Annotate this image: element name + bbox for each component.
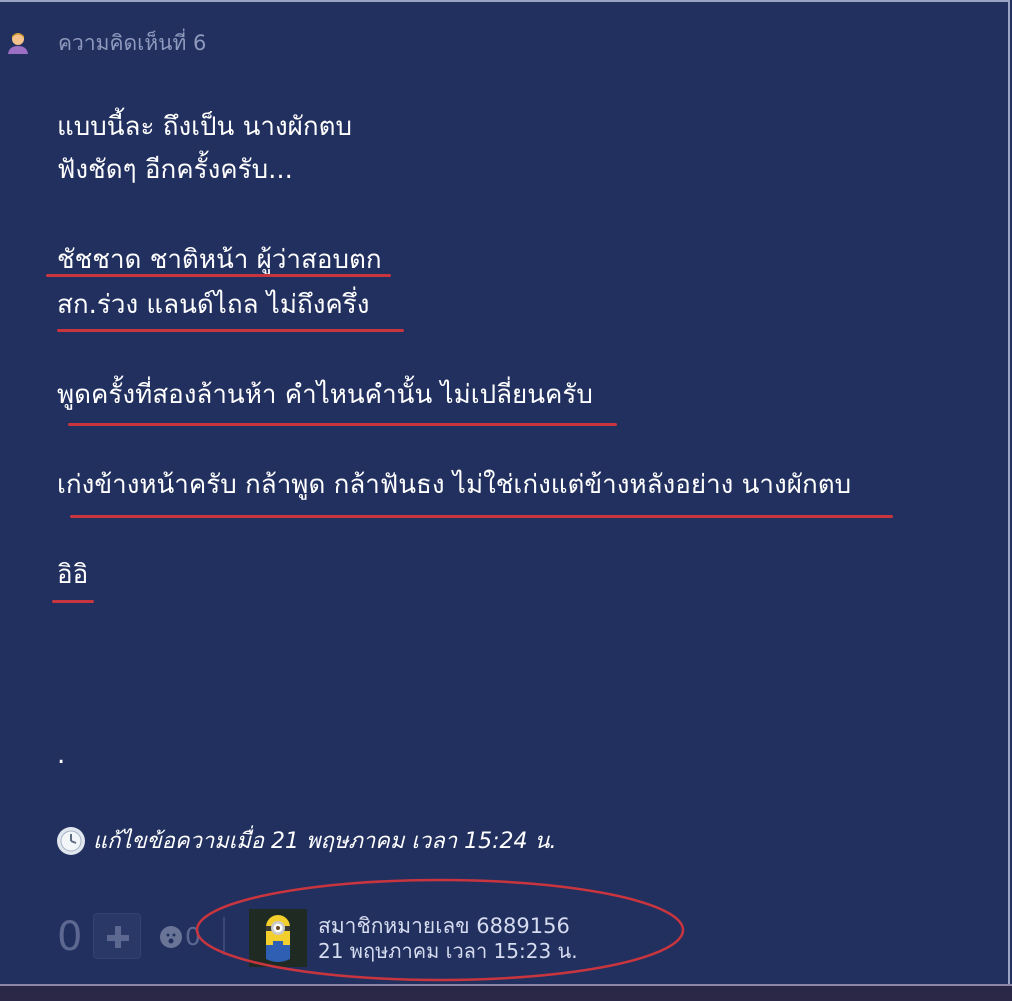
emotion-count: 0	[185, 922, 201, 951]
comment-line: อิอิ	[57, 560, 89, 590]
vote-count: 0	[57, 914, 83, 960]
comment-number-label: ความคิดเห็นที่ 6	[58, 30, 207, 55]
comment-panel: ความคิดเห็นที่ 6 แบบนี้ละ ถึงเป็น นางผัก…	[0, 0, 1010, 984]
red-underline	[52, 600, 94, 603]
comment-line: แบบนี้ละ ถึงเป็น นางผักตบ	[57, 112, 353, 142]
comment-line: .	[57, 740, 66, 770]
red-underline	[46, 274, 391, 277]
edited-timestamp: แก้ไขข้อความเมื่อ 21 พฤษภาคม เวลา 15:24 …	[93, 829, 557, 854]
emotion-reaction-button[interactable]: 0	[160, 922, 201, 951]
comment-line: สก.ร่วง แลนด์ไถล ไม่ถึงครึ่ง	[57, 290, 370, 320]
red-underline	[70, 515, 893, 518]
comment-header: ความคิดเห็นที่ 6	[6, 28, 206, 58]
plus-vote-button[interactable]	[93, 913, 141, 959]
red-underline	[57, 329, 404, 332]
comment-line: เก่งข้างหน้าครับ กล้าพูด กล้าฟันธง ไม่ใช…	[57, 470, 852, 500]
edited-notice: แก้ไขข้อความเมื่อ 21 พฤษภาคม เวลา 15:24 …	[57, 823, 557, 858]
avatar[interactable]	[249, 909, 307, 967]
bottom-border	[0, 984, 1012, 1001]
clock-icon	[57, 826, 85, 855]
divider	[223, 917, 225, 955]
red-underline	[68, 423, 617, 426]
comment-line: พูดครั้งที่สองล้านห้า คำไหนคำนั้น ไม่เปล…	[57, 380, 593, 410]
comment-line: ชัชชาด ชาติหน้า ผู้ว่าสอบตก	[57, 245, 382, 275]
post-timestamp: 21 พฤษภาคม เวลา 15:23 น.	[318, 939, 578, 963]
emotion-face-icon	[160, 925, 182, 948]
comment-line: ฟังชัดๆ อีกครั้งครับ...	[57, 155, 293, 185]
user-icon	[6, 31, 30, 55]
